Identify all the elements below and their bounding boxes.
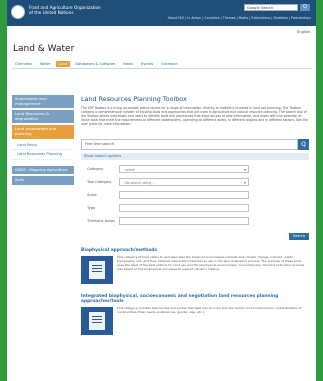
filter-category-label: Category: [87, 167, 104, 171]
filter-scale-input[interactable]: [119, 191, 249, 199]
org-name-line2: of the United Nations: [29, 10, 74, 15]
advanced-search-toggle[interactable]: Show search options: [81, 153, 309, 160]
page-heading: Land Resources Planning Toolbox: [81, 95, 187, 103]
result-description: This category of tools refers to and des…: [117, 256, 305, 271]
filter-thematic-areas-input[interactable]: [119, 217, 249, 225]
tab-divider: [12, 68, 311, 69]
document-thumbnail-icon[interactable]: [81, 256, 113, 284]
tab-overview[interactable]: Overview: [12, 61, 35, 67]
intro-text: The LRP Toolbox is a living accessible o…: [81, 106, 308, 126]
result-item: This category includes approaches and gu…: [81, 307, 309, 337]
sidebar-item-gaez[interactable]: GAEZ - Mapping Agriculture: [12, 165, 74, 175]
search-button[interactable]: Search: [289, 233, 309, 240]
site-search-input[interactable]: Google Search: [244, 4, 298, 11]
filter-tool-category-label: Tool Category: [87, 180, 112, 184]
sidebar-item-sustainable-land[interactable]: Sustainable land management: [12, 95, 74, 109]
result-title[interactable]: Biophysical approach/methods: [81, 248, 309, 253]
sidebar-subitem-land-policy[interactable]: Land Policy: [12, 141, 74, 151]
document-thumbnail-icon[interactable]: [81, 307, 113, 335]
filter-category-select[interactable]: - select -: [119, 165, 249, 174]
site-header: Food and Agriculture Organization of the…: [7, 0, 316, 26]
free-text-search: Free text search Q: [81, 139, 309, 150]
tab-water[interactable]: Water: [37, 61, 54, 67]
tab-events[interactable]: Events: [138, 61, 156, 67]
filter-tool-category-select[interactable]: - No search string -: [119, 178, 249, 187]
section-tabs: Overview Water Land Databases & Software…: [12, 61, 316, 67]
tab-databases[interactable]: Databases & Software: [72, 61, 118, 67]
org-name: Food and Agriculture Organization of the…: [29, 5, 139, 15]
sidebar: Sustainable land management Land Resourc…: [12, 95, 74, 187]
section-title: Land & Water: [13, 44, 75, 54]
tab-outreach[interactable]: Outreach: [158, 61, 181, 67]
sidebar-subitem-land-resources-planning[interactable]: Land Resources Planning: [12, 150, 74, 160]
page: Food and Agriculture Organization of the…: [7, 0, 316, 381]
result-item: This category of tools refers to and des…: [81, 256, 309, 286]
tab-news[interactable]: News: [120, 61, 136, 67]
filter-thematic-areas-label: Thematic areas: [87, 219, 115, 223]
sidebar-item-land-degradation[interactable]: Land Resources & degradation: [12, 110, 74, 124]
filter-category: Category - select -: [81, 165, 309, 174]
filter-type-input[interactable]: [119, 204, 249, 212]
fao-logo-icon[interactable]: [11, 5, 25, 19]
filter-type: Type: [81, 204, 309, 212]
tab-land[interactable]: Land: [55, 61, 71, 67]
filter-scale-label: Scale: [87, 193, 97, 197]
free-text-search-button[interactable]: Q: [298, 139, 309, 150]
top-nav-links[interactable]: About FAO | In Action | Countries | Them…: [168, 16, 311, 20]
filter-thematic-areas: Thematic areas: [81, 217, 309, 225]
filter-scale: Scale: [81, 191, 309, 199]
language-link[interactable]: English: [7, 26, 316, 36]
sidebar-item-soils[interactable]: Soils: [12, 176, 74, 185]
free-text-search-input[interactable]: Free text search: [81, 139, 298, 150]
main-content: Land Resources Planning Toolbox The LRP …: [81, 95, 309, 337]
sidebar-item-land-assessment[interactable]: Land assessment and planning: [12, 125, 74, 139]
result-description: This category includes approaches and gu…: [117, 307, 302, 314]
result-title[interactable]: Integrated biophysical, socioeconomic an…: [81, 294, 309, 304]
site-search-button[interactable]: Q: [300, 4, 310, 11]
filter-tool-category: Tool Category - No search string -: [81, 178, 309, 187]
filter-type-label: Type: [87, 206, 96, 210]
